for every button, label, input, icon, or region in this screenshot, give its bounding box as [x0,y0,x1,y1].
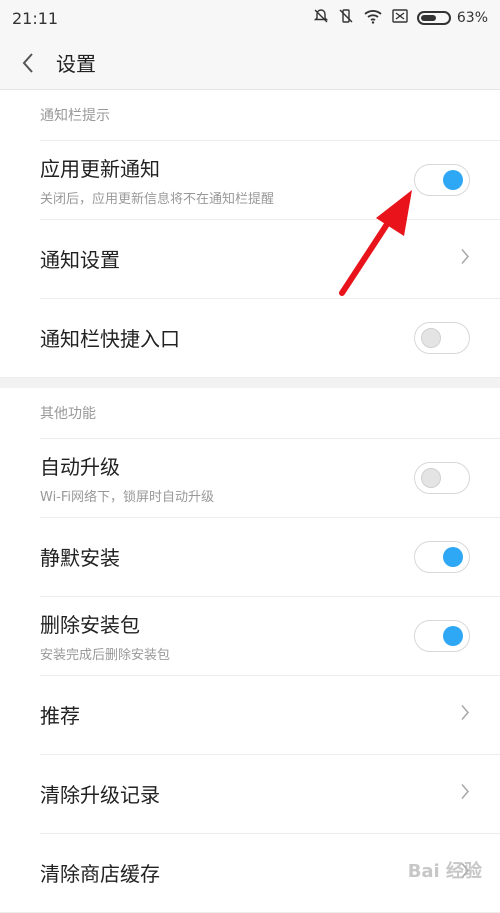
app-bar: 设置 [0,36,500,90]
wifi-icon [363,8,383,28]
silent-install-toggle[interactable] [414,540,470,573]
status-time: 21:11 [12,8,59,28]
page-title: 设置 [56,52,96,76]
back-button[interactable] [0,36,56,90]
chevron-right-icon [460,781,470,806]
toggle-knob [421,467,441,488]
notification-shortcut-toggle[interactable] [414,321,470,354]
auto-upgrade-toggle[interactable] [414,461,470,494]
toggle-knob [421,327,441,348]
watermark: Bai 经验 [407,861,482,882]
update-notification-toggle[interactable] [414,163,470,196]
setting-notification-shortcut[interactable]: 通知栏快捷入口 [0,298,500,377]
setting-title: 推荐 [40,704,80,728]
sim-icon [392,9,408,27]
chevron-left-icon [22,52,33,73]
toggle-knob [443,625,463,646]
setting-notification-settings[interactable]: 通知设置 [0,219,500,298]
setting-delete-package[interactable]: 删除安装包 安装完成后删除安装包 [0,596,500,675]
settings-list: 通知栏提示 应用更新通知 关闭后，应用更新信息将不在通知栏提醒 通知设置 通知栏… [0,90,500,913]
setting-update-notification[interactable]: 应用更新通知 关闭后，应用更新信息将不在通知栏提醒 [0,140,500,219]
section-other: 其他功能 自动升级 Wi-Fi网络下，锁屏时自动升级 静默安装 删除安装包 安装… [0,388,500,913]
section-header: 通知栏提示 [40,108,110,124]
chevron-right-icon [460,246,470,271]
status-icons: 63% [313,8,488,28]
setting-recommend[interactable]: 推荐 [0,675,500,754]
setting-title: 清除升级记录 [40,783,160,807]
battery-percent: 63% [456,10,488,26]
status-bar: 21:11 63% [0,0,500,36]
section-divider [0,378,500,388]
setting-auto-upgrade[interactable]: 自动升级 Wi-Fi网络下，锁屏时自动升级 [0,438,500,517]
toggle-knob [443,546,463,567]
toggle-knob [443,169,463,190]
delete-package-toggle[interactable] [414,619,470,652]
setting-title: 通知设置 [40,248,120,272]
vibrate-off-icon [338,8,354,28]
chevron-right-icon [460,702,470,727]
section-header: 其他功能 [40,406,96,422]
battery-fill [420,15,436,21]
setting-silent-install[interactable]: 静默安装 [0,517,500,596]
battery-indicator: 63% [416,10,488,26]
setting-clear-upgrade-history[interactable]: 清除升级记录 [0,754,500,833]
section-notification: 通知栏提示 应用更新通知 关闭后，应用更新信息将不在通知栏提醒 通知设置 通知栏… [0,90,500,378]
battery-icon [416,11,451,25]
bell-off-icon [313,8,329,28]
